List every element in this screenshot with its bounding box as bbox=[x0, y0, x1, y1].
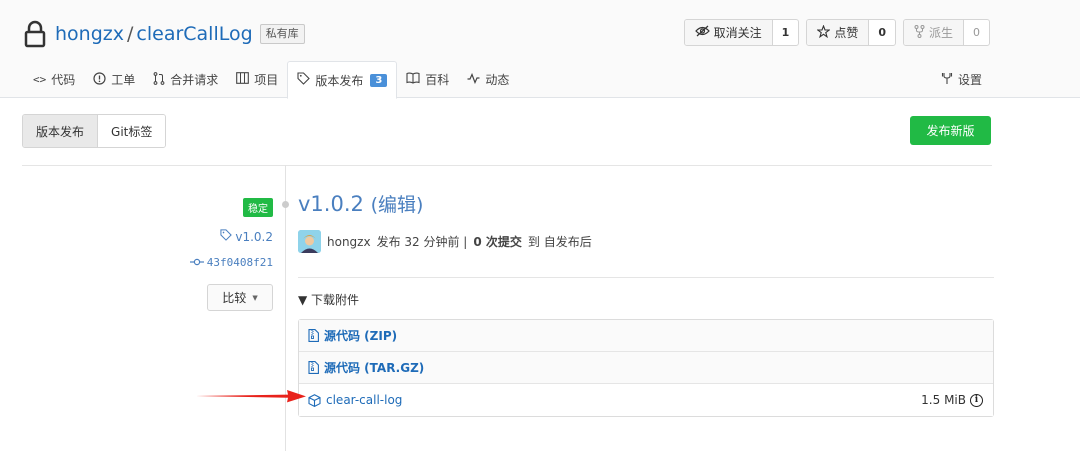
subnav-tags-button[interactable]: Git标签 bbox=[98, 115, 166, 147]
tab-releases[interactable]: 版本发布 3 bbox=[287, 61, 398, 99]
divider bbox=[298, 277, 994, 278]
timeline-dot bbox=[282, 201, 289, 208]
asset-clear-call-log[interactable]: clear-call-log 1.5 MiB i bbox=[299, 384, 993, 416]
tab-pull-requests[interactable]: 合并请求 bbox=[144, 61, 227, 98]
compare-dropdown[interactable]: 比较 ▼ bbox=[207, 284, 273, 311]
star-button[interactable]: 点赞 bbox=[807, 20, 870, 45]
repo-actions: 取消关注 1 点赞 0 派生 0 bbox=[683, 19, 990, 46]
tab-code-label: 代码 bbox=[51, 73, 76, 87]
release-tag-link[interactable]: v1.0.2 bbox=[220, 229, 273, 244]
pulse-icon bbox=[467, 72, 480, 87]
tab-activity-label: 动态 bbox=[485, 73, 510, 87]
star-label: 点赞 bbox=[834, 26, 859, 40]
tab-projects-label: 项目 bbox=[254, 73, 279, 87]
tab-issues-label: 工单 bbox=[111, 73, 136, 87]
tab-settings-label: 设置 bbox=[957, 73, 982, 87]
asset-name: clear-call-log bbox=[326, 393, 403, 407]
release-meta: hongzx 发布 32 分钟前 | 0 次提交 到 自发布后 bbox=[298, 230, 592, 253]
fork-label: 派生 bbox=[928, 26, 953, 40]
tag-icon bbox=[220, 229, 233, 244]
asset-name: 源代码 (TAR.GZ) bbox=[324, 361, 425, 375]
tag-icon bbox=[297, 72, 311, 88]
unwatch-label: 取消关注 bbox=[713, 26, 762, 40]
repo-name-link[interactable]: clearCallLog bbox=[136, 23, 252, 45]
release-author-link[interactable]: hongzx bbox=[327, 235, 371, 249]
tab-projects[interactable]: 项目 bbox=[227, 61, 287, 98]
caret-down-icon: ▼ bbox=[252, 293, 258, 302]
pull-request-icon bbox=[153, 71, 165, 88]
repo-tabs: <> 代码 工单 合并请求 项目 版本发布 3 百科 动态 bbox=[24, 61, 518, 99]
fork-count[interactable]: 0 bbox=[964, 20, 989, 45]
downloads-toggle[interactable]: ▼ 下载附件 bbox=[298, 291, 359, 308]
tab-wiki[interactable]: 百科 bbox=[397, 61, 458, 98]
star-count[interactable]: 0 bbox=[869, 20, 895, 45]
tab-settings[interactable]: 设置 bbox=[941, 61, 982, 98]
zip-icon bbox=[308, 361, 319, 374]
stable-badge: 稳定 bbox=[243, 198, 273, 217]
asset-size-value: 1.5 MiB bbox=[921, 393, 966, 407]
star-icon bbox=[816, 23, 832, 41]
tab-releases-label: 版本发布 bbox=[315, 73, 364, 88]
divider bbox=[22, 165, 992, 166]
release-commit-hash: 43f0408f21 bbox=[206, 256, 273, 269]
annotation-arrow bbox=[196, 390, 306, 403]
tab-issues[interactable]: 工单 bbox=[84, 61, 144, 98]
unwatch-button-group: 取消关注 1 bbox=[683, 19, 800, 46]
release-tag-label: v1.0.2 bbox=[235, 229, 273, 244]
tab-activity[interactable]: 动态 bbox=[458, 61, 518, 98]
new-release-button[interactable]: 发布新版 bbox=[910, 116, 991, 145]
fork-icon bbox=[914, 24, 925, 41]
asset-name: 源代码 (ZIP) bbox=[324, 329, 398, 343]
since-release-text: 到 自发布后 bbox=[527, 235, 592, 249]
release-title-link[interactable]: v1.0.2 bbox=[298, 192, 364, 216]
asset-source-targz[interactable]: 源代码 (TAR.GZ) bbox=[299, 352, 993, 384]
watch-count[interactable]: 1 bbox=[773, 20, 799, 45]
asset-source-zip[interactable]: 源代码 (ZIP) bbox=[299, 320, 993, 352]
private-badge: 私有库 bbox=[259, 24, 305, 44]
unwatch-button[interactable]: 取消关注 bbox=[684, 20, 773, 45]
repo-separator: / bbox=[127, 23, 134, 45]
avatar[interactable] bbox=[298, 230, 321, 253]
zip-icon bbox=[308, 329, 319, 342]
assets-list: 源代码 (ZIP) 源代码 (TAR.GZ) clear-call-log 1.… bbox=[298, 319, 994, 417]
asset-size: 1.5 MiB i bbox=[921, 393, 983, 407]
issue-icon bbox=[93, 71, 106, 88]
star-button-group: 点赞 0 bbox=[806, 19, 896, 46]
compare-label: 比较 bbox=[222, 291, 247, 305]
release-commit-link[interactable]: 43f0408f21 bbox=[189, 256, 273, 269]
commit-icon bbox=[189, 256, 204, 269]
tab-code[interactable]: <> 代码 bbox=[24, 61, 84, 98]
tab-wiki-label: 百科 bbox=[425, 73, 450, 87]
release-subnav: 版本发布 Git标签 bbox=[22, 114, 167, 148]
repo-title: hongzx / clearCallLog 私有库 bbox=[24, 18, 305, 50]
repo-owner-link[interactable]: hongzx bbox=[55, 23, 124, 45]
release-published-text: 发布 32 分钟前 | bbox=[376, 235, 468, 249]
settings-icon bbox=[941, 72, 953, 88]
project-icon bbox=[236, 72, 250, 87]
fork-button-group: 派生 0 bbox=[902, 19, 990, 46]
package-icon bbox=[308, 393, 321, 407]
edit-release-link[interactable]: (编辑) bbox=[371, 194, 424, 216]
fork-button[interactable]: 派生 bbox=[903, 20, 964, 45]
code-icon: <> bbox=[33, 73, 47, 86]
eye-slash-icon bbox=[694, 25, 710, 40]
book-icon bbox=[406, 72, 420, 87]
repo-header: hongzx / clearCallLog 私有库 取消关注 1 点赞 0 派生… bbox=[0, 0, 1080, 99]
lock-icon bbox=[24, 20, 46, 48]
subnav-releases-button[interactable]: 版本发布 bbox=[23, 115, 99, 147]
releases-count-badge: 3 bbox=[370, 73, 388, 87]
release-title: v1.0.2 (编辑) bbox=[298, 190, 423, 217]
commits-since-link[interactable]: 0 次提交 bbox=[473, 233, 522, 250]
tab-pull-requests-label: 合并请求 bbox=[170, 73, 219, 87]
info-icon[interactable]: i bbox=[970, 393, 983, 407]
